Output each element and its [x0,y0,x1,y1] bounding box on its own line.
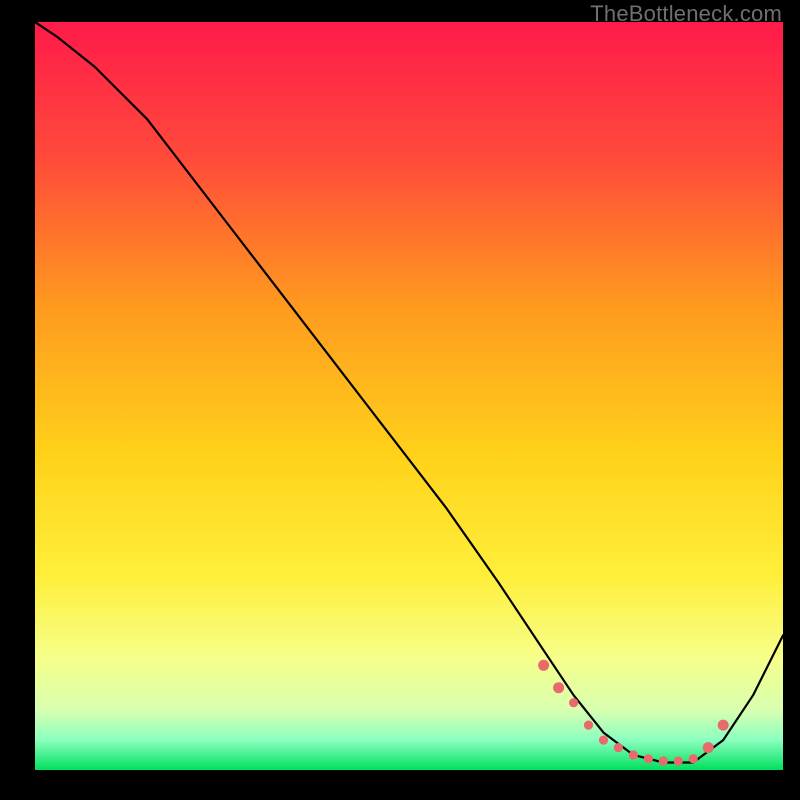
chart-frame [35,22,783,770]
watermark-label: TheBottleneck.com [590,1,782,27]
bottleneck-chart [35,22,783,770]
gradient-background [35,22,783,770]
